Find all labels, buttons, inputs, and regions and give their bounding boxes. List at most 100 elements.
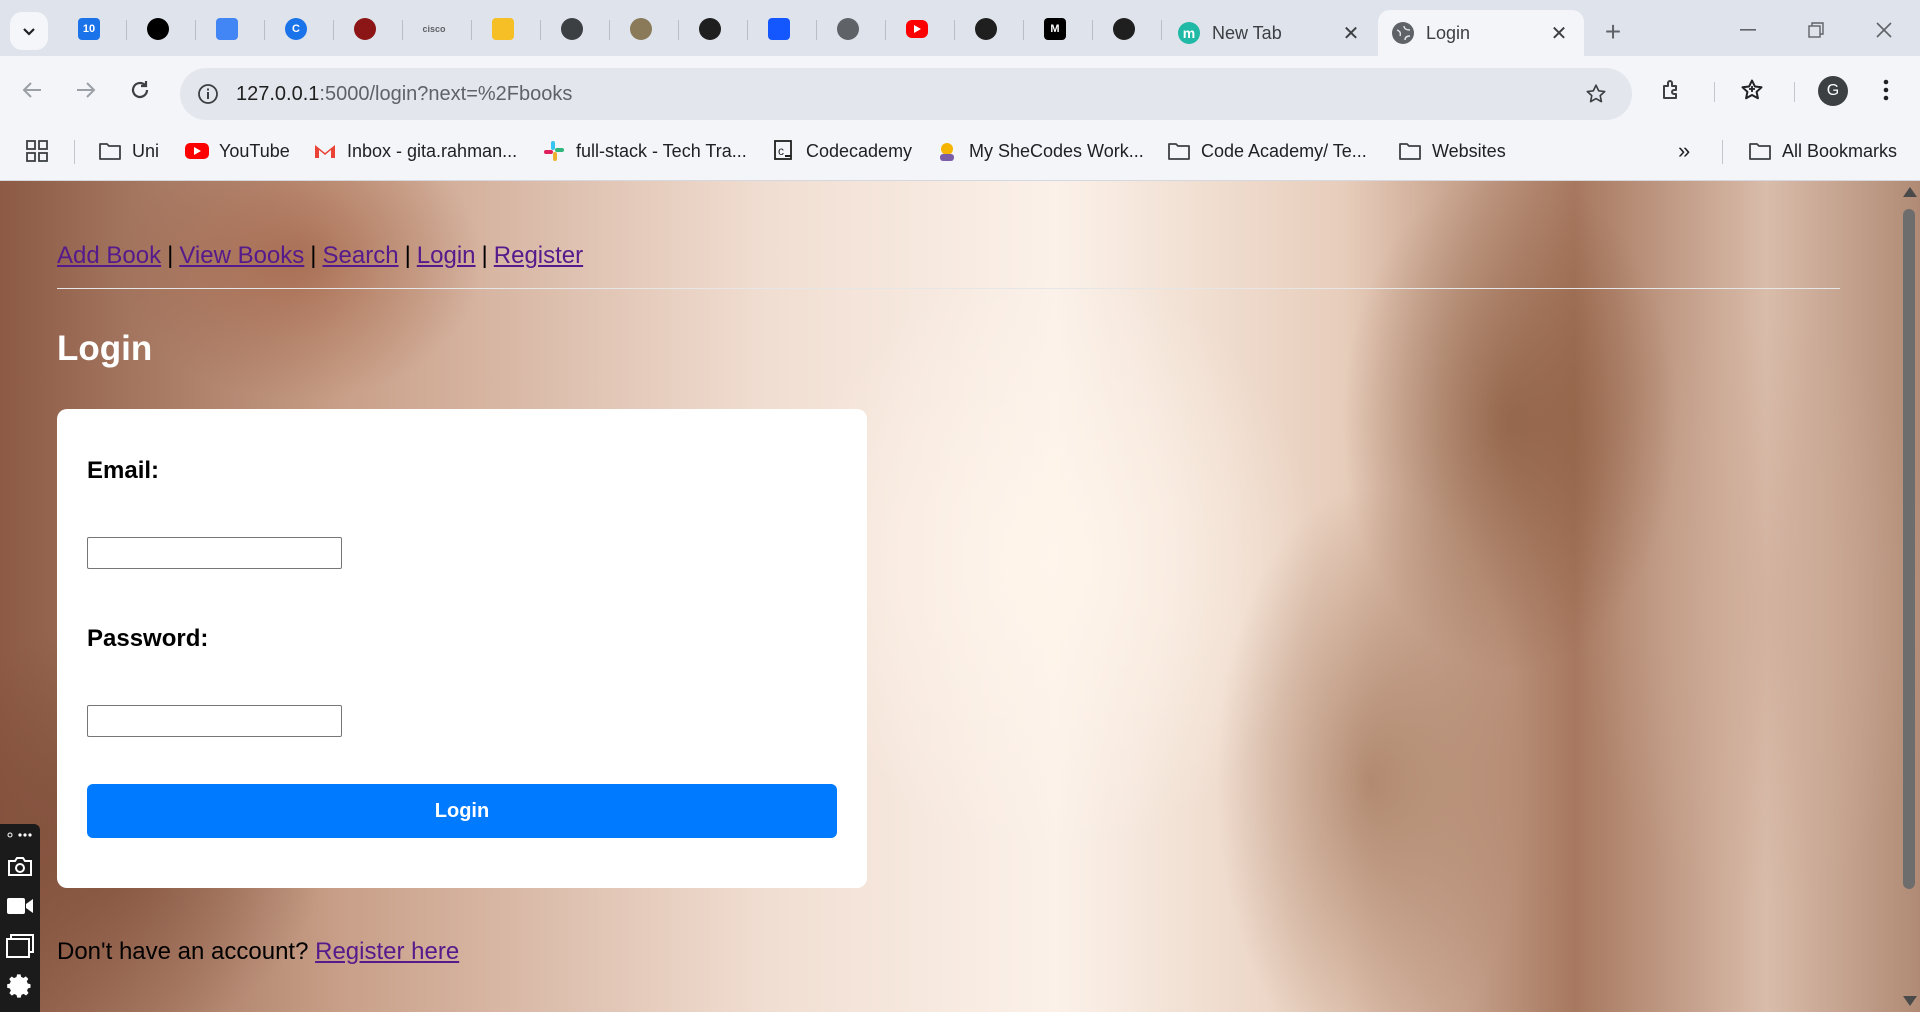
password-field[interactable]	[87, 705, 342, 737]
pinned-tab[interactable]: C	[281, 14, 311, 44]
apps-grid-icon[interactable]	[26, 136, 48, 166]
tab-divider	[885, 20, 886, 40]
login-submit-button[interactable]: Login	[87, 784, 837, 838]
bookmark-item[interactable]: Code Academy/ Te...	[1167, 136, 1367, 166]
bookmark-item[interactable]: YouTube	[185, 136, 290, 166]
forward-arrow-icon[interactable]	[66, 70, 106, 110]
bookmark-label: full-stack - Tech Tra...	[576, 140, 747, 161]
pinned-tab[interactable]: 10	[74, 14, 104, 44]
pinned-tab[interactable]	[833, 14, 863, 44]
pinned-tab[interactable]	[350, 14, 380, 44]
scroll-up-arrow-icon[interactable]	[1903, 187, 1917, 197]
tab-new-tab[interactable]: m New Tab ✕	[1164, 10, 1376, 56]
tab-title: New Tab	[1212, 22, 1282, 43]
bookmark-item[interactable]: My SheCodes Work...	[935, 136, 1144, 166]
medium-icon: M	[1044, 18, 1066, 40]
bookmark-label: My SheCodes Work...	[969, 140, 1144, 161]
bookmark-item[interactable]: full-stack - Tech Tra...	[542, 136, 747, 166]
docs-icon	[216, 18, 238, 40]
nav-link-view-books[interactable]: View Books	[179, 242, 304, 269]
page-viewport: Add Book | View Books | Search | Login | Registe…	[0, 181, 1920, 1012]
nav-separator: |	[167, 242, 174, 269]
close-icon[interactable]: ✕	[1340, 22, 1362, 45]
nav-divider	[57, 288, 1840, 289]
reading-list-star-icon[interactable]	[1732, 70, 1772, 110]
pinned-tab[interactable]	[143, 14, 173, 44]
codecademy-icon: c	[772, 140, 796, 162]
site-info-icon[interactable]	[192, 78, 224, 110]
pinned-tab[interactable]	[1109, 14, 1139, 44]
bookmarks-overflow-chevron-icon[interactable]: »	[1678, 136, 1690, 166]
tab-divider	[540, 20, 541, 40]
toolbar-divider	[1714, 82, 1715, 102]
browser-toolbar: 127.0.0.1:5000/login?next=%2Fbooks G	[0, 56, 1920, 124]
scroll-down-arrow-icon[interactable]	[1903, 996, 1917, 1006]
pinned-tab[interactable]	[902, 14, 932, 44]
restore-icon[interactable]	[1796, 14, 1836, 46]
pinned-tab[interactable]	[764, 14, 794, 44]
pinned-tab[interactable]	[488, 14, 518, 44]
shecodes-icon	[935, 140, 959, 162]
bookmark-item[interactable]: c Codecademy	[772, 136, 912, 166]
tab-divider	[195, 20, 196, 40]
nav-link-register[interactable]: Register	[494, 242, 583, 269]
window-capture-icon[interactable]	[4, 930, 36, 962]
address-bar[interactable]: 127.0.0.1:5000/login?next=%2Fbooks	[180, 68, 1632, 120]
folder-icon	[1748, 140, 1772, 162]
stanford-icon	[354, 18, 376, 40]
youtube-icon	[906, 20, 928, 38]
pinned-tab[interactable]	[695, 14, 725, 44]
seal-icon	[630, 18, 652, 40]
camera-icon[interactable]	[4, 850, 36, 882]
back-arrow-icon[interactable]	[12, 70, 52, 110]
more-dots-icon[interactable]	[4, 826, 36, 844]
tab-search-button[interactable]	[10, 12, 48, 50]
bookmark-star-icon[interactable]	[1580, 78, 1612, 110]
nav-link-add-book[interactable]: Add Book	[57, 242, 161, 269]
register-prompt-text: Don't have an account?	[57, 938, 309, 965]
pinned-tab[interactable]: cisco	[419, 14, 449, 44]
tab-divider	[609, 20, 610, 40]
nav-separator: |	[404, 242, 411, 269]
bookmark-item[interactable]: Websites	[1398, 136, 1506, 166]
kebab-menu-icon[interactable]	[1866, 70, 1906, 110]
nav-link-search[interactable]: Search	[323, 242, 399, 269]
login-page: Add Book | View Books | Search | Login | Registe…	[0, 181, 1898, 1012]
all-bookmarks[interactable]: All Bookmarks	[1748, 136, 1897, 166]
profile-avatar[interactable]: G	[1818, 76, 1848, 106]
minimize-icon[interactable]	[1728, 14, 1768, 46]
globe-icon	[1392, 22, 1414, 44]
codecademy-icon	[768, 18, 790, 40]
cisco-icon: cisco	[422, 24, 446, 34]
pinned-tab[interactable]	[557, 14, 587, 44]
chevron-down-icon	[23, 28, 35, 36]
svg-text:c: c	[778, 144, 784, 158]
tab-favicon: m	[1178, 22, 1200, 44]
tab-login-active[interactable]: Login ✕	[1378, 10, 1584, 56]
c-icon: C	[285, 18, 307, 40]
scrollbar-thumb[interactable]	[1903, 209, 1915, 889]
video-camera-icon[interactable]	[4, 890, 36, 922]
bookmark-item[interactable]: Inbox - gita.rahman...	[313, 136, 517, 166]
bookmark-divider	[74, 140, 75, 164]
classroom-icon	[492, 18, 514, 40]
pinned-tab[interactable]: M	[1040, 14, 1070, 44]
pinned-tab[interactable]	[971, 14, 1001, 44]
close-icon[interactable]: ✕	[1548, 22, 1570, 45]
nav-link-login[interactable]: Login	[417, 242, 476, 269]
pinned-tab[interactable]	[626, 14, 656, 44]
bookmark-item[interactable]: Uni	[98, 136, 159, 166]
new-tab-plus-icon[interactable]: +	[1596, 15, 1630, 49]
extensions-puzzle-icon[interactable]	[1652, 70, 1692, 110]
all-bookmarks-label: All Bookmarks	[1782, 140, 1898, 161]
register-here-link[interactable]: Register here	[315, 938, 459, 965]
gear-icon[interactable]	[4, 970, 36, 1002]
vertical-scrollbar[interactable]	[1898, 181, 1920, 1012]
reload-icon[interactable]	[120, 70, 160, 110]
email-field[interactable]	[87, 537, 342, 569]
tab-divider	[747, 20, 748, 40]
pinned-tab[interactable]	[212, 14, 242, 44]
github-icon	[975, 18, 997, 40]
window-close-icon[interactable]	[1864, 14, 1904, 46]
nav-separator: |	[481, 242, 488, 269]
